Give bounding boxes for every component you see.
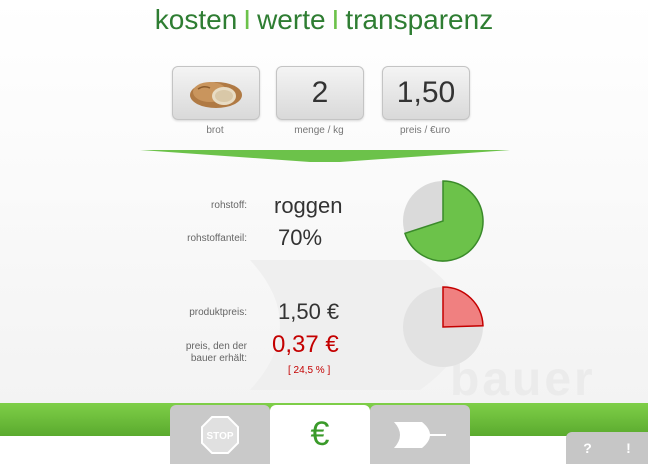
tab-stop[interactable]: STOP [170, 405, 270, 464]
help-box: ? ! [566, 432, 648, 464]
bread-icon [190, 82, 242, 108]
euro-icon: € [310, 415, 330, 453]
product-label: brot [206, 125, 224, 136]
title-kosten: kosten [154, 4, 238, 35]
tab-euro[interactable]: € [270, 405, 370, 464]
rohstoff-label: rohstoff: [211, 200, 247, 211]
farmer-share-pie [403, 286, 484, 367]
bauer-price-label: preis, den der bauer erhält: [132, 341, 247, 365]
title-separator: I [331, 4, 340, 35]
rohstoff-value: roggen [274, 193, 343, 218]
rohstoffanteil-value: 70% [278, 225, 323, 250]
bauer-price-label-line2: bauer erhält: [190, 353, 247, 364]
bauer-price-label-line1: preis, den der [185, 341, 247, 352]
arrow-icon [394, 421, 446, 448]
raw-material-pie [403, 180, 484, 262]
produktpreis-label: produktpreis: [189, 307, 247, 318]
tab-arrow[interactable] [370, 405, 470, 464]
bauer-price-value: 0,37 € [272, 331, 339, 358]
info-button[interactable]: ! [626, 440, 631, 456]
help-button[interactable]: ? [583, 440, 592, 456]
divider-arrow [140, 150, 510, 162]
stop-icon: STOP [201, 415, 239, 454]
title-separator: I [243, 4, 252, 35]
bauer-price-percent: [ 24,5 % ] [288, 365, 331, 376]
title-werte: werte [257, 4, 326, 35]
quantity-tile[interactable]: 2 [276, 66, 364, 120]
stop-icon-text: STOP [206, 431, 233, 442]
quantity-label: menge / kg [294, 125, 344, 136]
price-tile[interactable]: 1,50 [382, 66, 470, 120]
title-transparenz: transparenz [345, 4, 494, 35]
product-tile[interactable] [172, 66, 260, 120]
price-label: preis / €uro [399, 125, 451, 136]
produktpreis-value: 1,50 € [278, 299, 340, 324]
farmer-share-pie-slice [442, 286, 484, 328]
rohstoffanteil-label: rohstoffanteil: [187, 233, 247, 244]
page-title: kosten Iwerte Itransparenz [0, 4, 648, 36]
